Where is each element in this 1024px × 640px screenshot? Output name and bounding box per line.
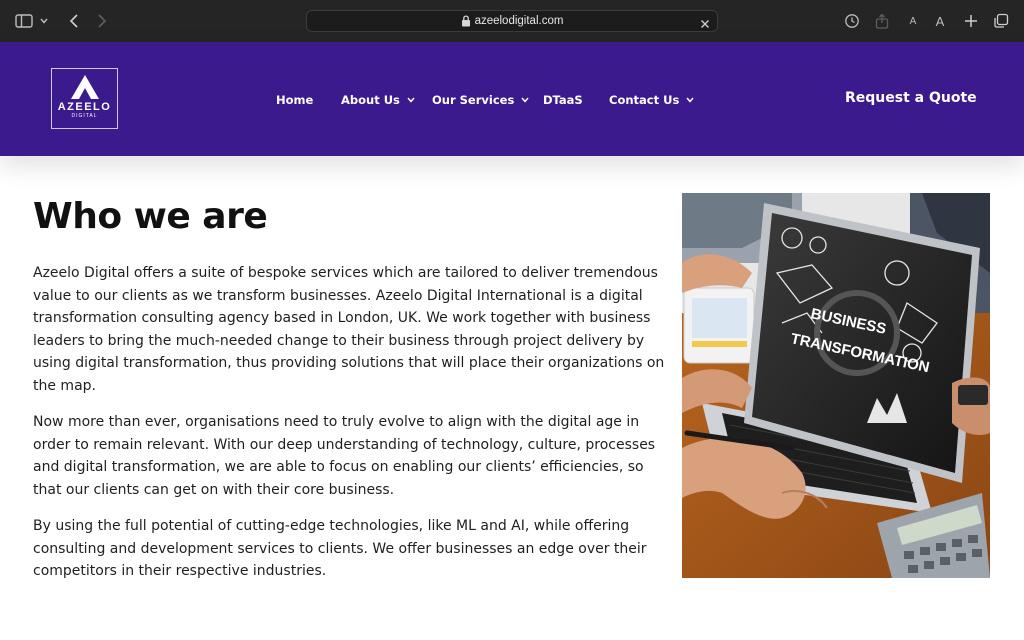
nav-contact-us[interactable]: Contact Us — [609, 93, 694, 107]
nav-about-us[interactable]: About Us — [341, 93, 415, 107]
evolve-paragraph: Now more than ever, organisations need t… — [33, 414, 656, 498]
browser-toolbar: azeelodigital.com A A — [0, 0, 1024, 42]
intro-paragraph: Azeelo Digital offers a suite of bespoke… — [33, 265, 665, 394]
forward-icon[interactable] — [92, 11, 112, 31]
sidebar-toggle-icon[interactable] — [14, 11, 34, 31]
url-text: azeelodigital.com — [474, 15, 564, 27]
logo-subtitle: DIGITAL — [71, 113, 98, 119]
logo-mark-icon — [70, 75, 99, 99]
business-transformation-photo: BUSINESS TRANSFORMATION — [682, 193, 990, 578]
chevron-down-icon — [686, 97, 694, 103]
share-icon[interactable] — [872, 11, 892, 31]
tab-overview-icon[interactable] — [991, 11, 1011, 31]
tab-group-chevron-icon[interactable] — [38, 11, 50, 31]
text-size-increase-button[interactable]: A — [930, 11, 950, 31]
technology-paragraph: By using the full potential of cutting-e… — [33, 518, 647, 579]
nav-our-services[interactable]: Our Services — [432, 93, 529, 107]
site-header: AZEELO DIGITAL Home About Us Our Service… — [0, 42, 1024, 156]
chevron-down-icon — [521, 97, 529, 103]
nav-dtaas[interactable]: DTaaS — [543, 93, 583, 107]
logo-wordmark: AZEELO — [57, 101, 112, 113]
clear-url-icon[interactable] — [699, 15, 711, 28]
new-tab-icon[interactable] — [961, 11, 981, 31]
back-icon[interactable] — [64, 11, 84, 31]
text-size-decrease-button[interactable]: A — [903, 11, 923, 31]
lock-icon — [461, 15, 471, 27]
logo[interactable]: AZEELO DIGITAL — [51, 68, 118, 129]
page-title: Who we are — [33, 196, 268, 237]
nav-home[interactable]: Home — [276, 93, 313, 107]
history-clock-icon[interactable] — [842, 11, 862, 31]
address-bar[interactable]: azeelodigital.com — [306, 10, 718, 32]
request-quote-button[interactable]: Request a Quote — [845, 90, 977, 106]
chevron-down-icon — [407, 97, 415, 103]
